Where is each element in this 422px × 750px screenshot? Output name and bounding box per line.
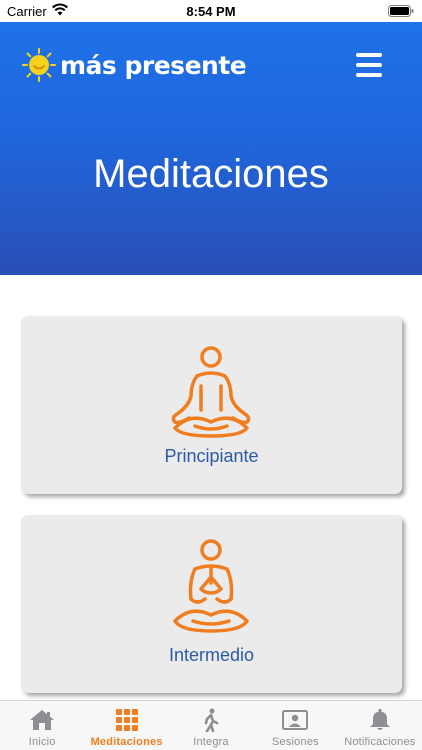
brand-name: más presente: [60, 50, 247, 80]
tab-label: Integra: [193, 736, 229, 748]
tab-label: Sesiones: [271, 736, 319, 748]
level-card-principiante[interactable]: Principiante: [21, 316, 402, 494]
status-time: 8:54 PM: [186, 4, 236, 19]
meditation-pose-icon: [171, 346, 251, 438]
home-icon: [30, 710, 55, 730]
tab-integra[interactable]: Integra: [169, 701, 253, 750]
battery-icon: [388, 5, 414, 17]
level-card-intermedio[interactable]: Intermedio: [21, 515, 402, 693]
grid-icon: [115, 709, 138, 731]
hamburger-icon: [356, 53, 382, 57]
tab-notificaciones[interactable]: Notificaciones: [338, 701, 422, 750]
tab-meditaciones[interactable]: Meditaciones: [84, 701, 168, 750]
card-label: Intermedio: [168, 645, 255, 665]
sun-logo-icon: [22, 48, 56, 82]
session-icon: [282, 710, 309, 730]
brand-logo: más presente: [22, 48, 247, 82]
meditation-prayer-icon: [173, 539, 249, 633]
status-bar: Carrier 8:54 PM: [0, 0, 422, 22]
walking-icon: [204, 708, 219, 732]
tab-label: Inicio: [28, 736, 56, 748]
card-label: Principiante: [164, 446, 259, 466]
tab-label: Notificaciones: [344, 736, 416, 748]
tab-inicio[interactable]: Inicio: [0, 701, 84, 750]
page-title: Meditaciones: [93, 152, 329, 196]
header: más presente Meditaciones: [0, 22, 422, 275]
menu-button[interactable]: [356, 53, 382, 77]
tab-sesiones[interactable]: Sesiones: [253, 701, 337, 750]
tab-bar: Inicio Meditaciones Integra Sesiones Not…: [0, 700, 422, 750]
tab-label: Meditaciones: [90, 736, 163, 748]
bell-icon: [369, 708, 390, 730]
